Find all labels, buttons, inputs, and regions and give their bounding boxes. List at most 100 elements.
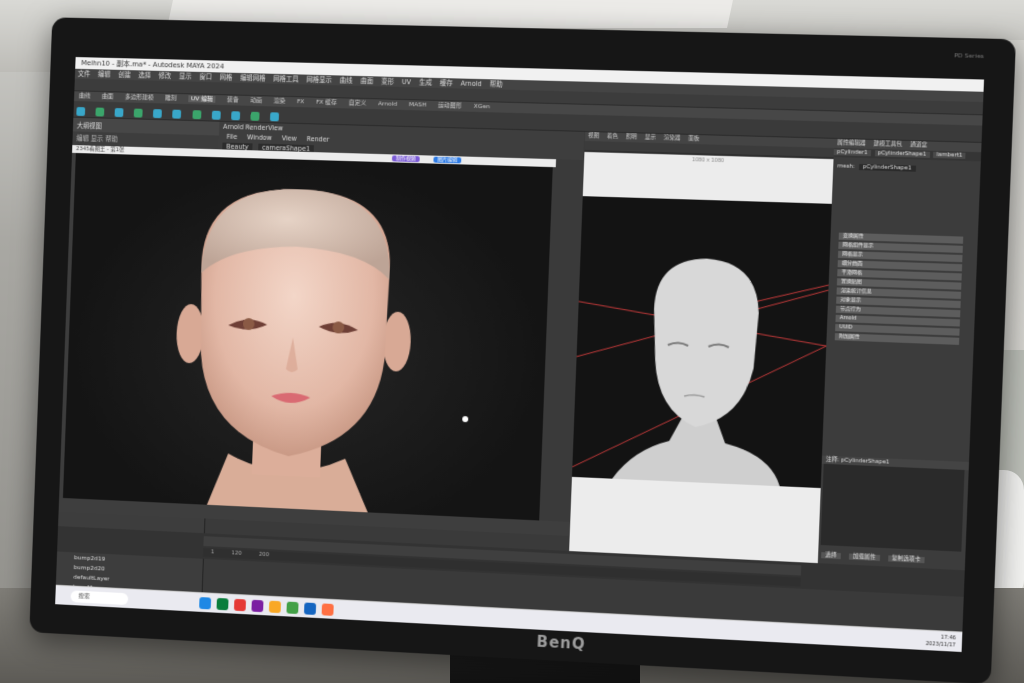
- attr-tab[interactable]: 通道盒: [910, 142, 927, 149]
- menu-item[interactable]: 曲面: [360, 77, 373, 85]
- app-icon[interactable]: [234, 599, 246, 611]
- layer-item[interactable]: bump2d19: [74, 554, 105, 562]
- layer-item[interactable]: defaultLayer: [73, 574, 109, 583]
- shelf-tab[interactable]: 动画: [250, 97, 262, 104]
- viewport-menu-item[interactable]: 渲染器: [664, 135, 681, 142]
- menu-item[interactable]: UV: [402, 78, 411, 86]
- uv-tool-icon[interactable]: [173, 110, 182, 119]
- range-start: 1: [211, 549, 215, 555]
- select-button[interactable]: 选择: [821, 552, 841, 559]
- uv-tool-icon[interactable]: [76, 107, 85, 116]
- shelf-tab[interactable]: Arnold: [378, 100, 397, 107]
- shelf-tab[interactable]: 曲面: [102, 93, 114, 100]
- rendered-head-image: [63, 153, 553, 521]
- menu-item[interactable]: 帮助: [490, 80, 503, 88]
- uv-tool-icon[interactable]: [134, 109, 143, 118]
- menu-item[interactable]: 网格工具: [273, 75, 299, 84]
- shelf-tab[interactable]: 多边形建模: [125, 94, 154, 102]
- shelf-tab[interactable]: 渲染: [273, 98, 285, 105]
- shelf-tab[interactable]: FX: [297, 98, 305, 105]
- shelf-tab[interactable]: 装备: [227, 96, 239, 103]
- uv-tool-icon[interactable]: [115, 108, 124, 117]
- monitor-screen: Meihn10 - 副本.ma* - Autodesk MAYA 2024 文件…: [55, 57, 984, 652]
- shelf-tab[interactable]: MASH: [409, 101, 427, 108]
- render-view-menu-item[interactable]: File: [226, 133, 237, 141]
- viewport-menu-item[interactable]: 显示: [645, 135, 656, 141]
- grey-head-model: [572, 196, 832, 488]
- menu-item[interactable]: 编辑: [98, 70, 111, 78]
- photo-scene: PD Series BenQ Meihn10 - 副本.ma* - Autode…: [0, 0, 1024, 683]
- attribute-editor: 属性编辑器 建模工具包 通道盒 pCylinder1 pCylinderShap…: [818, 139, 982, 570]
- shelf-tab[interactable]: 雕刻: [165, 95, 177, 102]
- render-view-menu-item[interactable]: View: [282, 134, 297, 142]
- menu-item[interactable]: 变形: [381, 78, 394, 86]
- perspective-viewport: 视图 着色 照明 显示 渲染器 面板 1080 x 1080: [569, 132, 834, 563]
- menu-item[interactable]: 窗口: [199, 73, 212, 81]
- wechat-icon[interactable]: [286, 602, 298, 614]
- resolution-gate-bottom: [569, 477, 821, 563]
- app-icon[interactable]: [304, 602, 316, 614]
- shelf-tab[interactable]: FX 缓存: [316, 99, 337, 106]
- attr-tab[interactable]: 建模工具包: [874, 141, 903, 148]
- node-tab[interactable]: lambert1: [933, 152, 966, 159]
- taskbar-search[interactable]: 搜索: [70, 590, 128, 605]
- outliner-menu-item[interactable]: 帮助: [105, 135, 118, 143]
- outliner-menu-item[interactable]: 显示: [91, 135, 104, 143]
- uv-tool-icon[interactable]: [231, 111, 240, 120]
- app-icon[interactable]: [322, 603, 334, 615]
- node-tab[interactable]: pCylinderShape1: [874, 150, 929, 158]
- viewport-menu-item[interactable]: 视图: [588, 133, 599, 139]
- menu-item[interactable]: 网格显示: [306, 76, 332, 85]
- range-end: 200: [259, 552, 269, 558]
- menu-item[interactable]: 曲线: [340, 76, 353, 84]
- mesh-label: mesh:: [837, 163, 855, 170]
- menu-item[interactable]: 显示: [179, 72, 192, 80]
- taskbar-clock: 17:46 2023/11/17: [925, 634, 956, 650]
- menu-item[interactable]: 修改: [159, 72, 172, 80]
- shelf-tab[interactable]: 曲线: [79, 92, 91, 99]
- monitor-model-label: PD Series: [954, 52, 984, 60]
- range-current: 120: [231, 550, 241, 556]
- uv-tool-icon[interactable]: [153, 109, 162, 118]
- uv-tool-icon[interactable]: [192, 110, 201, 119]
- menu-item[interactable]: 选择: [138, 71, 151, 79]
- menu-item[interactable]: 文件: [78, 70, 91, 78]
- mesh-name-field[interactable]: pCylinderShape1: [859, 164, 916, 172]
- shelf-tab-active[interactable]: UV 编辑: [188, 95, 216, 103]
- viewport-scene[interactable]: [572, 196, 832, 488]
- menu-item[interactable]: 网格: [220, 73, 233, 81]
- outliner-menu-item[interactable]: 编辑: [76, 134, 89, 142]
- shelf-tab[interactable]: XGen: [474, 103, 490, 110]
- notes-field[interactable]: [821, 464, 965, 552]
- shelf-tab[interactable]: 自定义: [349, 100, 367, 107]
- uv-tool-icon[interactable]: [211, 111, 220, 120]
- menu-item[interactable]: 创建: [118, 71, 131, 79]
- shelf-tab[interactable]: 运动图形: [438, 102, 462, 110]
- app-icon[interactable]: [216, 598, 228, 610]
- copy-tab-button[interactable]: 复制选项卡: [888, 555, 925, 563]
- uv-tool-icon[interactable]: [250, 112, 259, 121]
- render-image: [63, 153, 553, 521]
- app-icon[interactable]: [251, 600, 263, 612]
- menu-item[interactable]: 缓存: [440, 79, 453, 87]
- uv-tool-icon[interactable]: [270, 112, 279, 121]
- taskbar-date: 2023/11/17: [925, 641, 955, 650]
- render-view-menu-item[interactable]: Window: [247, 133, 272, 142]
- node-tab[interactable]: pCylinder1: [834, 149, 871, 156]
- image-edit-button[interactable]: 图片编辑: [433, 157, 461, 164]
- menu-item[interactable]: Arnold: [461, 80, 482, 89]
- viewport-menu-item[interactable]: 照明: [626, 134, 637, 140]
- attr-tab[interactable]: 属性编辑器: [837, 140, 866, 147]
- uv-tool-icon[interactable]: [95, 108, 104, 117]
- make-video-button[interactable]: 制作视频: [392, 155, 420, 162]
- viewport-menu-item[interactable]: 着色: [607, 134, 618, 140]
- menu-item[interactable]: 编辑网格: [240, 74, 266, 83]
- folder-icon[interactable]: [269, 601, 281, 613]
- monitor-bezel: PD Series BenQ Meihn10 - 副本.ma* - Autode…: [29, 17, 1016, 683]
- render-view-menu-item[interactable]: Render: [306, 135, 329, 144]
- maya-app-icon[interactable]: [199, 597, 211, 609]
- menu-item[interactable]: 生成: [419, 78, 432, 86]
- load-attributes-button[interactable]: 加载属性: [849, 553, 880, 561]
- layer-item[interactable]: bump2d20: [74, 564, 105, 572]
- viewport-menu-item[interactable]: 面板: [688, 136, 699, 142]
